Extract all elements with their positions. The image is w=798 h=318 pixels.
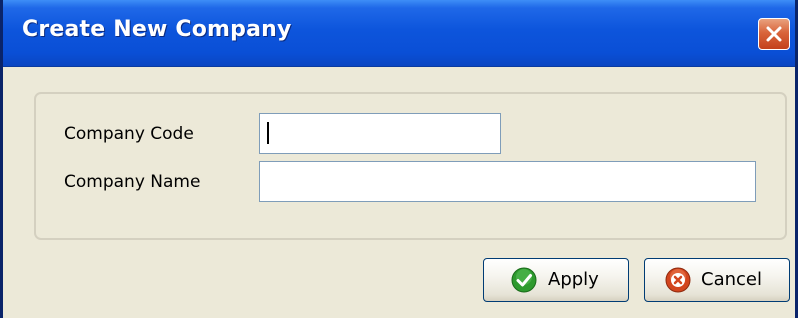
red-cancel-icon xyxy=(665,267,691,293)
company-name-label: Company Name xyxy=(64,172,201,192)
dialog-body: Company Code Company Name Apply Cancel xyxy=(3,67,795,318)
company-code-label: Company Code xyxy=(64,124,194,144)
dialog-window: Create New Company Company Code Company … xyxy=(0,0,798,318)
window-title: Create New Company xyxy=(22,17,292,42)
cancel-button-label: Cancel xyxy=(701,269,762,290)
green-check-icon xyxy=(511,267,537,293)
close-x-icon xyxy=(766,26,782,42)
title-bar[interactable]: Create New Company xyxy=(3,0,795,67)
text-caret xyxy=(267,122,269,144)
cancel-button[interactable]: Cancel xyxy=(644,258,790,302)
company-code-input[interactable] xyxy=(259,113,501,154)
apply-button[interactable]: Apply xyxy=(483,258,629,302)
company-name-input[interactable] xyxy=(259,161,756,202)
company-details-group: Company Code Company Name xyxy=(34,92,787,240)
close-button[interactable] xyxy=(758,18,790,50)
apply-button-label: Apply xyxy=(548,269,599,290)
